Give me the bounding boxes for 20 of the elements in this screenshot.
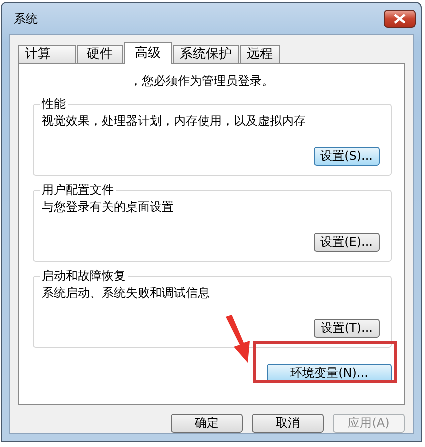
dialog-button[interactable]: 取消 bbox=[252, 414, 324, 433]
close-icon bbox=[393, 14, 407, 24]
dialog-button[interactable]: 确定 bbox=[171, 414, 243, 433]
tab[interactable]: 系统保护 bbox=[173, 45, 239, 63]
group-description: 系统启动、系统失败和调试信息 bbox=[42, 285, 211, 301]
settings-button[interactable]: 设置(E)... bbox=[314, 233, 380, 252]
settings-button[interactable]: 设置(T)... bbox=[314, 319, 380, 338]
group-title: 性能 bbox=[40, 96, 68, 112]
window-title: 系统 bbox=[13, 11, 38, 28]
group-title: 用户配置文件 bbox=[40, 182, 116, 198]
tab[interactable]: 计算 bbox=[18, 45, 76, 63]
tab[interactable]: 高级 bbox=[124, 42, 172, 64]
group-description: 与您登录有关的桌面设置 bbox=[42, 199, 175, 215]
group-title: 启动和故障恢复 bbox=[40, 268, 128, 284]
group-description: 视觉效果，处理器计划，内存使用，以及虚拟内存 bbox=[42, 113, 307, 129]
tab[interactable]: 硬件 bbox=[77, 45, 123, 63]
notice-text: ，您必须作为管理员登录。 bbox=[129, 73, 275, 90]
tab[interactable]: 远程 bbox=[240, 45, 280, 63]
settings-button[interactable]: 设置(S)... bbox=[314, 147, 380, 166]
close-button[interactable] bbox=[384, 10, 416, 28]
